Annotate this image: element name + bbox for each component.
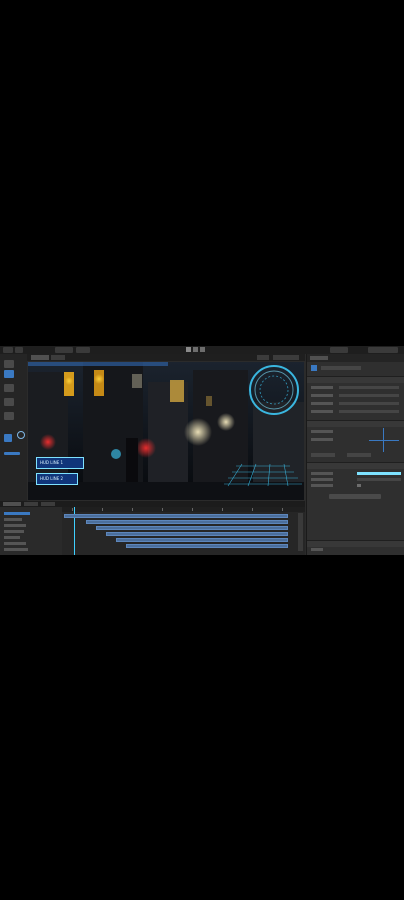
inspector-row [311,478,401,482]
track-item[interactable] [4,518,22,521]
scene-viewport[interactable]: HUD LINE 1 HUD LINE 2 [28,362,304,500]
menu-button[interactable] [15,347,23,353]
unity-editor-window: HUD LINE 1 HUD LINE 2 [0,346,404,555]
value-field[interactable] [339,394,399,397]
value-field[interactable] [339,386,399,389]
hud-text: HUD LINE 2 [40,476,64,481]
timeline-panel [0,501,305,555]
inspector-row [311,548,401,552]
timeline-clip[interactable] [64,514,288,518]
inspector-row [311,472,401,476]
dropdown[interactable] [311,453,335,457]
tab-scene[interactable] [31,355,49,360]
component-header[interactable] [307,376,404,383]
checkbox[interactable] [357,484,361,487]
track-item[interactable] [4,548,28,551]
tab-inspector[interactable] [310,356,328,360]
inspector-row [311,438,401,442]
object-icon [311,365,317,371]
hud-panel: HUD LINE 1 [36,457,84,469]
component-header[interactable] [307,462,404,469]
timeline-clip[interactable] [106,532,288,536]
track-item[interactable] [4,524,26,527]
transform-tool-icon[interactable] [4,434,12,442]
scale-tool-icon[interactable] [4,398,14,406]
value-field[interactable] [339,410,399,413]
inspector-row [311,402,401,406]
tool-strip [0,354,27,504]
value-field[interactable] [339,402,399,405]
scene-tab-bar [27,354,305,361]
value-field[interactable] [357,478,401,481]
track-item[interactable] [4,536,20,539]
timeline-scrollbar[interactable] [298,513,303,551]
inspector-header [307,354,404,362]
track-item[interactable] [4,542,26,545]
track-list [0,507,62,555]
step-icon[interactable] [200,347,205,352]
dropdown[interactable] [347,453,371,457]
inspector-row [311,386,401,390]
timeline-clip[interactable] [86,520,288,524]
component-header[interactable] [307,420,404,427]
search-field[interactable] [273,355,299,360]
tab-game[interactable] [51,355,65,360]
rotate-tool-icon[interactable] [4,384,14,392]
hand-tool-icon[interactable] [4,360,14,368]
track-item[interactable] [4,512,30,515]
track-item[interactable] [4,530,24,533]
tab-timeline[interactable] [3,502,21,506]
inspector-row [311,394,401,398]
rect-tool-icon[interactable] [4,412,14,420]
layers-dropdown[interactable] [330,347,348,353]
move-tool-icon[interactable] [4,370,14,378]
preview-header[interactable] [307,540,404,547]
timeline-clip[interactable] [96,526,288,530]
tab-project[interactable] [24,502,38,506]
inspector-row [311,430,401,434]
inspector-panel [306,354,404,555]
pivot-toggle[interactable] [55,347,73,353]
menu-button[interactable] [3,347,13,353]
object-name-field[interactable] [321,366,361,370]
inspector-row [311,484,401,488]
global-toggle[interactable] [76,347,90,353]
top-toolbar [0,346,404,354]
gizmos-dropdown[interactable] [257,355,269,360]
selected-item[interactable] [4,452,20,455]
timeline-clip[interactable] [126,544,288,548]
layout-dropdown[interactable] [368,347,398,353]
timeline-clip[interactable] [116,538,288,542]
tab-console[interactable] [41,502,55,506]
color-field[interactable] [357,472,401,475]
timeline-ruler[interactable] [62,507,305,512]
add-component-button[interactable] [329,494,381,499]
pause-icon[interactable] [193,347,198,352]
inspector-row [311,410,401,414]
gizmo-circle-icon[interactable] [17,431,25,439]
play-icon[interactable] [186,347,191,352]
hud-panel: HUD LINE 2 [36,473,78,485]
hud-text: HUD LINE 1 [40,460,64,465]
